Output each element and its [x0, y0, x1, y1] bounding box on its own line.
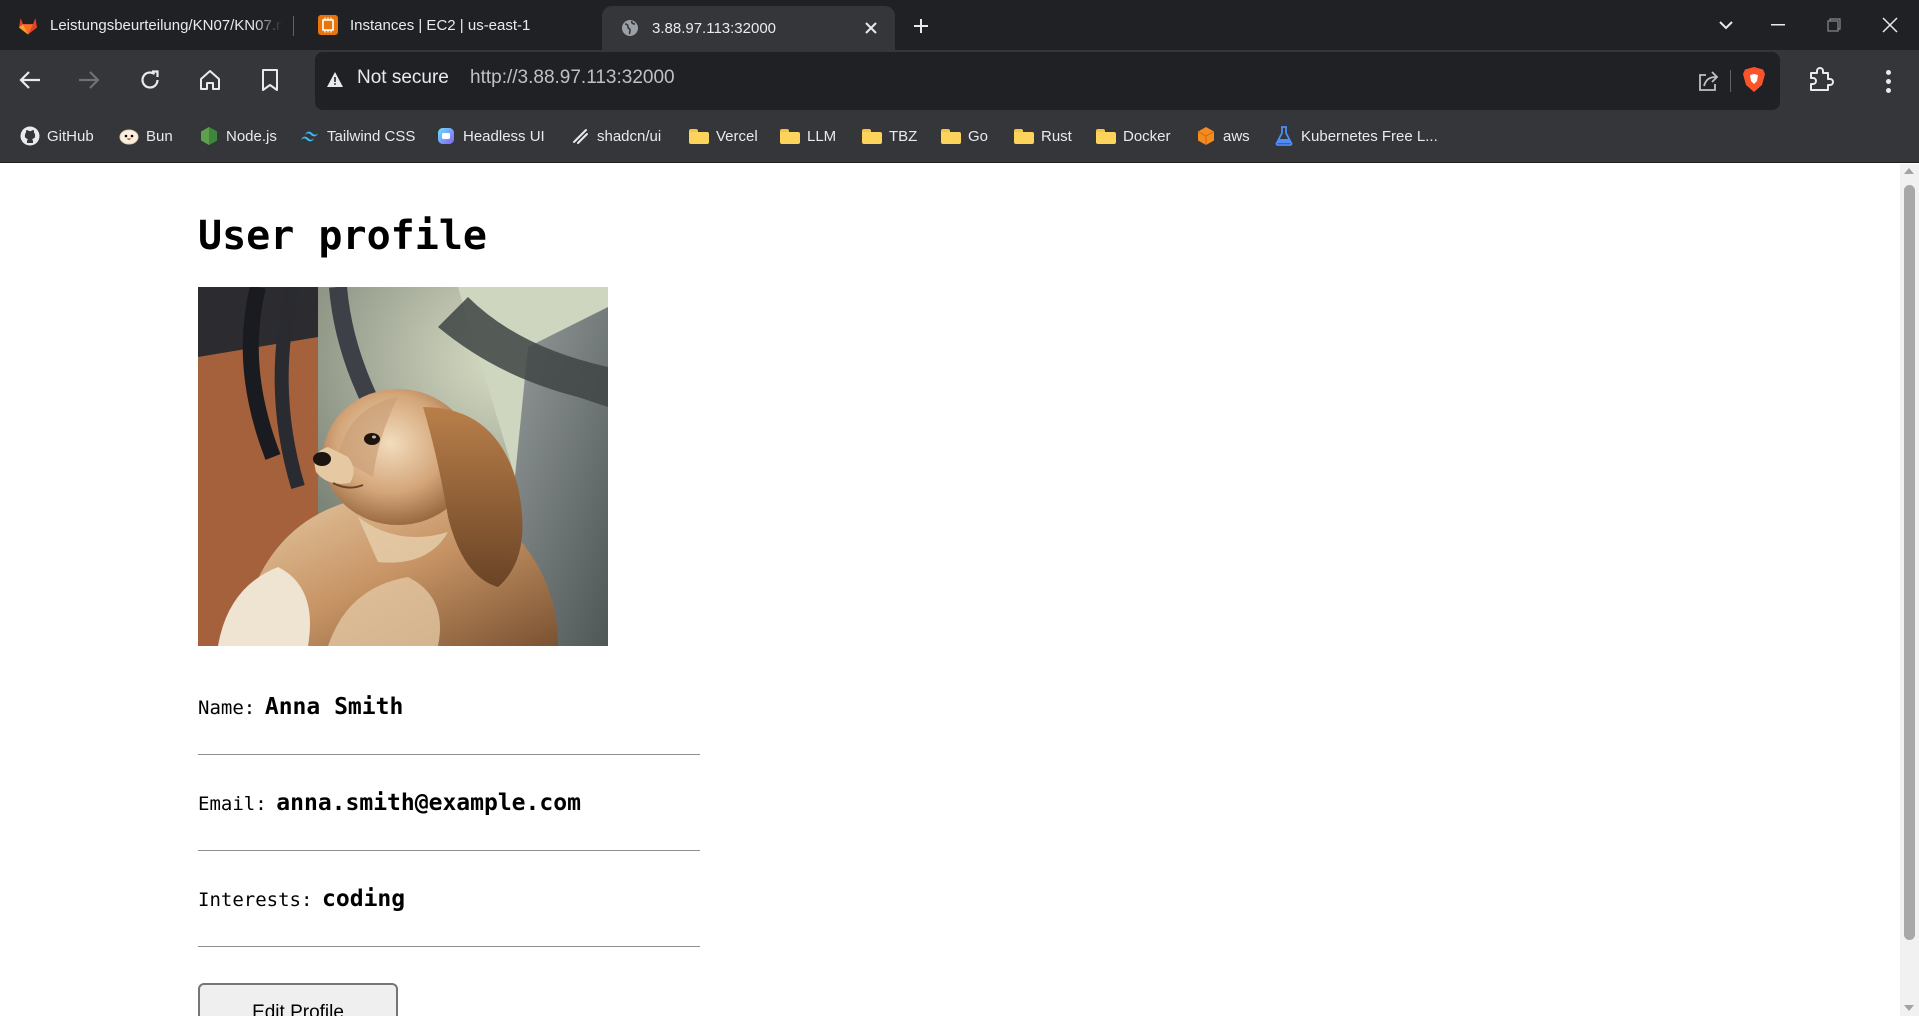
browser-titlebar — [0, 0, 1919, 50]
bookmark-headless-ui[interactable]: Headless UI — [436, 124, 545, 148]
folder-icon — [941, 126, 961, 146]
home-icon[interactable] — [190, 60, 230, 100]
tailwind-icon — [300, 126, 320, 146]
bookmark-label: Docker — [1123, 127, 1171, 145]
bookmark-nodejs[interactable]: Node.js — [199, 124, 277, 148]
tab-title: Instances | EC2 | us-east-1 — [350, 16, 531, 34]
bookmark-folder-vercel[interactable]: Vercel — [689, 124, 758, 148]
folder-icon — [1096, 126, 1116, 146]
folder-icon — [689, 126, 709, 146]
shadcn-icon — [570, 126, 590, 146]
bookmark-github[interactable]: GitHub — [20, 124, 94, 148]
scrollbar-thumb[interactable] — [1904, 185, 1915, 940]
security-label[interactable]: Not secure — [357, 67, 449, 89]
bookmark-folder-rust[interactable]: Rust — [1014, 124, 1072, 148]
bookmark-folder-tbz[interactable]: TBZ — [862, 124, 917, 148]
bookmark-label: Kubernetes Free L... — [1301, 127, 1438, 145]
minimize-icon[interactable] — [1750, 0, 1806, 50]
aws-icon — [1196, 126, 1216, 146]
bookmark-label: Rust — [1041, 127, 1072, 145]
divider — [198, 754, 700, 755]
divider — [198, 946, 700, 947]
tab-title: Leistungsbeurteilung/KN07/KN07.md — [50, 16, 282, 34]
gitlab-icon — [18, 15, 38, 35]
field-value: coding — [322, 886, 406, 912]
tab-gitlab[interactable]: Leistungsbeurteilung/KN07/KN07.md — [0, 5, 285, 45]
tab-separator — [293, 16, 294, 36]
url-text[interactable]: http://3.88.97.113:32000 — [470, 67, 675, 89]
bookmark-bun[interactable]: Bun — [119, 124, 173, 148]
back-arrow-icon[interactable] — [10, 60, 50, 100]
bun-icon — [119, 126, 139, 146]
share-icon[interactable] — [1696, 68, 1722, 94]
new-tab-icon[interactable] — [906, 11, 936, 41]
profile-photo — [198, 287, 608, 646]
restore-icon[interactable] — [1806, 0, 1862, 50]
field-value: anna.smith@example.com — [276, 790, 581, 816]
bookmark-label: Headless UI — [463, 127, 545, 145]
omnibox-divider — [1730, 70, 1731, 92]
bookmark-folder-go[interactable]: Go — [941, 124, 988, 148]
bookmark-label: Bun — [146, 127, 173, 145]
tab-search-chevron-icon[interactable] — [1698, 0, 1754, 50]
name-field: Name: Anna Smith — [198, 694, 700, 720]
field-value: Anna Smith — [264, 694, 404, 720]
bookmark-label: Vercel — [716, 127, 758, 145]
scroll-down-arrow-icon[interactable] — [1904, 1005, 1914, 1011]
more-menu-icon[interactable] — [1874, 64, 1902, 98]
edit-profile-button[interactable]: Edit Profile — [198, 983, 398, 1016]
bookmark-label: Tailwind CSS — [327, 127, 416, 145]
bookmark-label: TBZ — [889, 127, 918, 145]
headlessui-icon — [436, 126, 456, 146]
bookmark-aws[interactable]: aws — [1196, 124, 1250, 148]
field-label: Email: — [198, 793, 267, 815]
folder-icon — [1014, 126, 1034, 146]
globe-icon — [620, 18, 640, 38]
bookmark-label: Node.js — [226, 127, 277, 145]
github-icon — [20, 126, 40, 146]
email-field: Email: anna.smith@example.com — [198, 790, 700, 816]
brave-shield-icon[interactable] — [1742, 66, 1768, 94]
bookmark-folder-llm[interactable]: LLM — [780, 124, 836, 148]
interests-field: Interests: coding — [198, 886, 700, 912]
scroll-up-arrow-icon[interactable] — [1904, 168, 1914, 174]
nodejs-icon — [199, 126, 219, 146]
field-label: Name: — [198, 697, 256, 719]
bookmark-label: aws — [1223, 127, 1250, 145]
forward-arrow-icon[interactable] — [69, 60, 109, 100]
bookmark-icon[interactable] — [250, 60, 290, 100]
close-tab-icon[interactable] — [857, 14, 885, 42]
bookmark-label: GitHub — [47, 127, 94, 145]
folder-icon — [780, 126, 800, 146]
warning-icon[interactable] — [326, 71, 346, 91]
tab-title: 3.88.97.113:32000 — [652, 19, 777, 37]
bookmark-label: LLM — [807, 127, 837, 145]
bookmark-label: Go — [968, 127, 989, 145]
bookmark-folder-docker[interactable]: Docker — [1096, 124, 1171, 148]
page-title: User profile — [198, 213, 487, 259]
field-label: Interests: — [198, 889, 313, 911]
bookmark-tailwind[interactable]: Tailwind CSS — [300, 124, 415, 148]
divider — [198, 850, 700, 851]
bookmark-label: shadcn/ui — [597, 127, 662, 145]
flask-icon — [1274, 126, 1294, 146]
reload-icon[interactable] — [130, 60, 170, 100]
bookmark-shadcn[interactable]: shadcn/ui — [570, 124, 661, 148]
tab-active-profile[interactable]: 3.88.97.113:32000 — [602, 6, 895, 50]
tab-ec2-instances[interactable]: Instances | EC2 | us-east-1 — [300, 5, 590, 45]
aws-ec2-icon — [318, 15, 338, 35]
bookmark-kubernetes[interactable]: Kubernetes Free L... — [1274, 124, 1438, 148]
extensions-puzzle-icon[interactable] — [1806, 64, 1840, 98]
folder-icon — [862, 126, 882, 146]
close-window-icon[interactable] — [1862, 0, 1918, 50]
